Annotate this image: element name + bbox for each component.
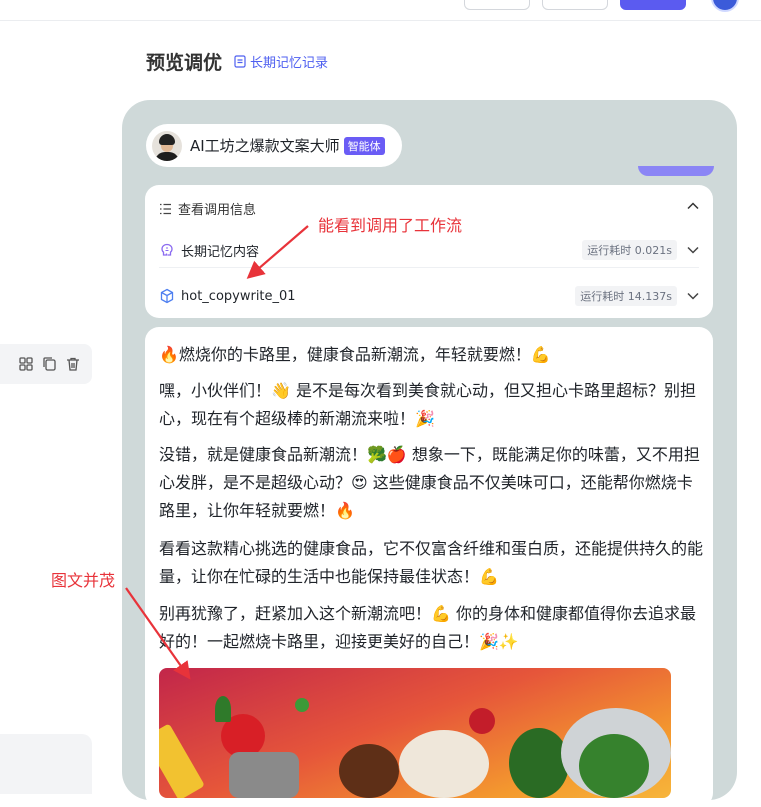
agent-badge: 智能体 [343, 136, 385, 155]
call-row-label: 长期记忆内容 [181, 244, 260, 260]
call-info-card: 查看调用信息 长期记忆内容 运行耗时 0.021s hot_copywrite_… [145, 185, 713, 318]
left-toolbar [0, 344, 92, 384]
agent-header[interactable]: AI工坊之爆款文案大师 智能体 [146, 124, 402, 167]
call-info-header[interactable]: 查看调用信息 [159, 199, 256, 218]
annotation-workflow: 能看到调用了工作流 [318, 216, 463, 235]
message-paragraph: 🔥燃烧你的卡路里，健康食品新潮流，年轻就要燃！💪 [159, 345, 551, 364]
call-row-label: hot_copywrite_01 [181, 288, 296, 304]
page-title: 预览调优 [146, 52, 223, 74]
call-row-time: 运行耗时 14.137s [575, 286, 677, 306]
left-card [0, 734, 92, 794]
agent-name: AI工坊之爆款文案大师 [190, 137, 340, 155]
brain-icon [161, 243, 173, 256]
top-primary-button[interactable] [620, 0, 686, 10]
workflow-cube-icon [160, 288, 174, 304]
message-paragraph: 没错，就是健康食品新潮流！🥦🍎 想象一下，既能满足你的味蕾，又不用担心发胖，是不… [159, 445, 700, 520]
memory-record-link[interactable]: 长期记忆记录 [234, 52, 328, 71]
message-paragraph: 看看这款精心挑选的健康食品，它不仅富含纤维和蛋白质，还能提供持久的能量，让你在忙… [159, 539, 704, 586]
message-paragraph: 别再犹豫了，赶紧加入这个新潮流吧！💪 你的身体和健康都值得你去追求最好的！一起燃… [159, 604, 697, 651]
call-row-workflow[interactable]: hot_copywrite_01 运行耗时 14.137s [159, 279, 699, 313]
message-paragraph: 嘿，小伙伴们！👋 是不是每次看到美食就心动，但又担心卡路里超标？别担心，现在有个… [159, 381, 697, 428]
document-icon [234, 55, 246, 68]
call-row-memory[interactable]: 长期记忆内容 运行耗时 0.021s [159, 233, 699, 268]
list-icon [160, 203, 171, 214]
chevron-down-icon[interactable] [687, 289, 699, 303]
call-info-title: 查看调用信息 [178, 203, 257, 218]
user-message-bubble [638, 166, 714, 176]
trash-icon[interactable] [65, 356, 81, 372]
memory-record-label: 长期记忆记录 [250, 56, 329, 71]
user-avatar[interactable] [711, 0, 739, 12]
chevron-down-icon[interactable] [687, 243, 699, 257]
grid-icon[interactable] [18, 356, 34, 372]
chevron-up-icon[interactable] [687, 199, 699, 213]
top-button-2[interactable] [542, 0, 608, 10]
top-button-1[interactable] [464, 0, 530, 10]
annotation-image-text: 图文并茂 [51, 571, 116, 590]
copy-icon[interactable] [41, 356, 57, 372]
call-row-time: 运行耗时 0.021s [582, 240, 677, 260]
food-image[interactable] [159, 668, 671, 798]
top-bar [0, 0, 761, 21]
agent-avatar [152, 130, 182, 161]
